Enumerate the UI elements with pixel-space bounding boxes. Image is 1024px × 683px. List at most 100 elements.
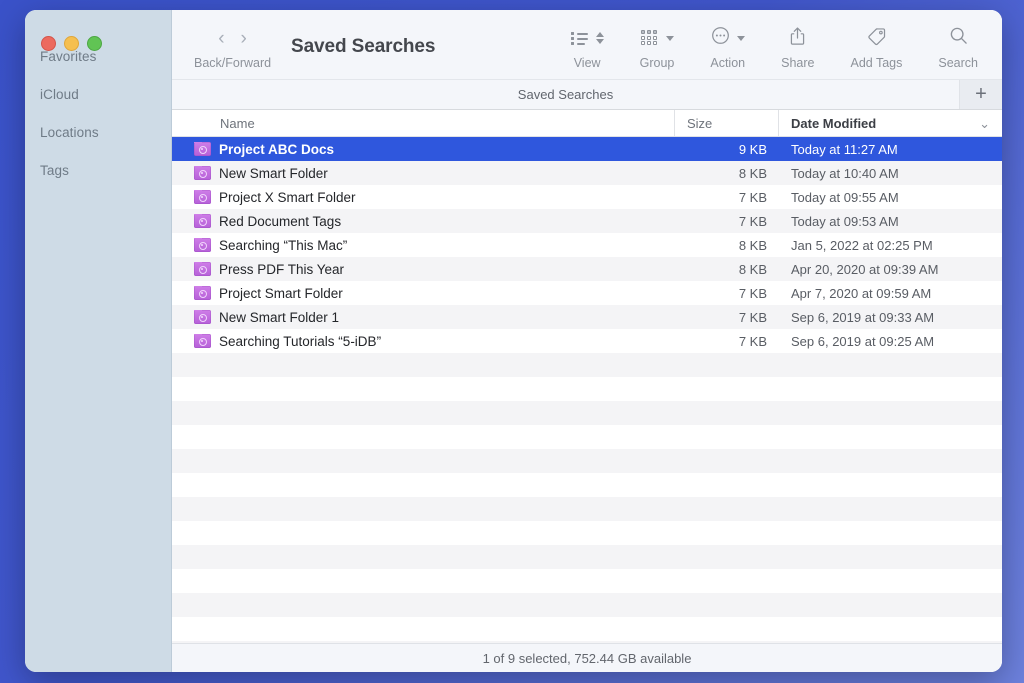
smart-folder-icon: [194, 286, 211, 300]
table-row[interactable]: Press PDF This Year8 KBApr 20, 2020 at 0…: [172, 257, 1002, 281]
minimize-button[interactable]: [64, 36, 79, 51]
file-list[interactable]: Project ABC Docs 9 KBToday at 11:27 AM New…: [172, 137, 1002, 643]
smart-folder-icon: [194, 190, 211, 204]
back-forward-label: Back/Forward: [194, 56, 271, 70]
smart-folder-icon: [194, 262, 211, 276]
share-button[interactable]: Share: [763, 10, 832, 70]
back-forward-group: ‹ › Back/Forward: [194, 10, 271, 70]
smart-folder-icon: [194, 334, 211, 348]
share-label: Share: [781, 56, 814, 70]
action-button[interactable]: Action: [692, 10, 763, 70]
file-size-label: 7 KB: [674, 286, 778, 301]
tab-bar: Saved Searches +: [172, 79, 1002, 110]
tab-saved-searches[interactable]: Saved Searches: [172, 80, 960, 109]
column-headers: Name Size Date Modified ⌄: [172, 110, 1002, 137]
table-row[interactable]: Searching Tutorials “5-iDB”7 KBSep 6, 20…: [172, 329, 1002, 353]
toolbar: ‹ › Back/Forward Saved Searches: [172, 10, 1002, 79]
finder-window: Favorites iCloud Locations Tags ‹ ›: [25, 10, 1002, 672]
file-name-label: Project X Smart Folder: [219, 190, 356, 205]
table-row[interactable]: Project Smart Folder 7 KBApr 7, 2020 at 0…: [172, 281, 1002, 305]
file-name-cell: New Smart Folder: [172, 166, 674, 181]
tag-icon: [866, 26, 887, 51]
group-button[interactable]: Group: [622, 10, 693, 70]
sidebar: Favorites iCloud Locations Tags: [25, 10, 172, 672]
share-icon: [788, 26, 807, 51]
file-name-cell: Searching “This Mac”: [172, 238, 674, 253]
group-label: Group: [640, 56, 675, 70]
file-name-label: Red Document Tags: [219, 214, 341, 229]
magnifier-icon: [949, 26, 968, 50]
action-label: Action: [710, 56, 745, 70]
table-row[interactable]: Project X Smart Folder7 KBToday at 09:55…: [172, 185, 1002, 209]
sidebar-section-locations[interactable]: Locations: [25, 114, 171, 152]
file-name-cell: Red Document Tags: [172, 214, 674, 229]
file-name-cell: Project Smart Folder: [172, 286, 674, 301]
empty-row: [172, 449, 1002, 473]
empty-row: [172, 617, 1002, 641]
file-name-cell: Searching Tutorials “5-iDB”: [172, 334, 674, 349]
file-date-label: Today at 10:40 AM: [778, 166, 1002, 181]
file-name-cell: New Smart Folder 1: [172, 310, 674, 325]
empty-row: [172, 497, 1002, 521]
search-button[interactable]: Search: [920, 10, 1002, 70]
file-date-label: Today at 09:55 AM: [778, 190, 1002, 205]
file-size-label: 9 KB: [674, 142, 778, 157]
chevron-right-icon[interactable]: ›: [241, 29, 247, 48]
file-date-label: Apr 7, 2020 at 09:59 AM: [778, 286, 1002, 301]
add-tags-label: Add Tags: [850, 56, 902, 70]
file-name-label: Project Smart Folder: [219, 286, 343, 301]
file-date-label: Today at 09:53 AM: [778, 214, 1002, 229]
column-header-name[interactable]: Name: [172, 110, 674, 137]
plus-icon: +: [975, 83, 987, 106]
sidebar-section-icloud[interactable]: iCloud: [25, 76, 171, 114]
zoom-button[interactable]: [87, 36, 102, 51]
window-controls: [41, 36, 102, 51]
column-header-size[interactable]: Size: [674, 110, 778, 137]
status-text: 1 of 9 selected, 752.44 GB available: [483, 651, 692, 666]
sidebar-section-label: Tags: [40, 163, 69, 178]
file-name-label: New Smart Folder 1: [219, 310, 339, 325]
empty-row: [172, 521, 1002, 545]
file-size-label: 7 KB: [674, 214, 778, 229]
status-bar: 1 of 9 selected, 752.44 GB available: [172, 643, 1002, 672]
file-name-label: Press PDF This Year: [219, 262, 344, 277]
empty-row: [172, 593, 1002, 617]
chevron-left-icon[interactable]: ‹: [218, 29, 224, 48]
table-row[interactable]: Red Document Tags 7 KBToday at 09:53 AM: [172, 209, 1002, 233]
empty-row: [172, 377, 1002, 401]
table-row[interactable]: Project ABC Docs 9 KBToday at 11:27 AM: [172, 137, 1002, 161]
empty-row: [172, 353, 1002, 377]
file-name-label: Searching “This Mac”: [219, 238, 347, 253]
smart-folder-icon: [194, 166, 211, 180]
chevron-down-icon: [737, 36, 745, 41]
column-header-date-label: Date Modified: [791, 110, 876, 137]
sidebar-section-tags[interactable]: Tags: [25, 152, 171, 190]
sidebar-section-label: Favorites: [40, 49, 96, 64]
add-tags-button[interactable]: Add Tags: [832, 10, 920, 70]
empty-row: [172, 569, 1002, 593]
file-size-label: 7 KB: [674, 334, 778, 349]
empty-row: [172, 641, 1002, 643]
empty-row: [172, 425, 1002, 449]
table-row[interactable]: New Smart Folder 17 KBSep 6, 2019 at 09:…: [172, 305, 1002, 329]
main-content: ‹ › Back/Forward Saved Searches: [172, 10, 1002, 672]
tab-label: Saved Searches: [518, 87, 613, 102]
chevron-down-icon: ⌄: [979, 110, 990, 137]
file-name-label: New Smart Folder: [219, 166, 328, 181]
file-name-cell: Press PDF This Year: [172, 262, 674, 277]
search-label: Search: [938, 56, 978, 70]
column-header-date-modified[interactable]: Date Modified ⌄: [778, 110, 1002, 137]
view-button[interactable]: View: [553, 10, 622, 70]
list-view-icon: [571, 31, 589, 45]
window-title: Saved Searches: [291, 36, 435, 58]
close-button[interactable]: [41, 36, 56, 51]
view-label: View: [574, 56, 601, 70]
new-tab-button[interactable]: +: [960, 80, 1002, 109]
up-down-chevron-icon: [596, 32, 604, 44]
table-row[interactable]: Searching “This Mac”8 KBJan 5, 2022 at 0…: [172, 233, 1002, 257]
file-name-label: Project ABC Docs: [219, 142, 334, 157]
table-row[interactable]: New Smart Folder8 KBToday at 10:40 AM: [172, 161, 1002, 185]
toolbar-right-group: View Group: [553, 10, 1002, 70]
file-date-label: Sep 6, 2019 at 09:25 AM: [778, 334, 1002, 349]
file-date-label: Today at 11:27 AM: [778, 142, 1002, 157]
